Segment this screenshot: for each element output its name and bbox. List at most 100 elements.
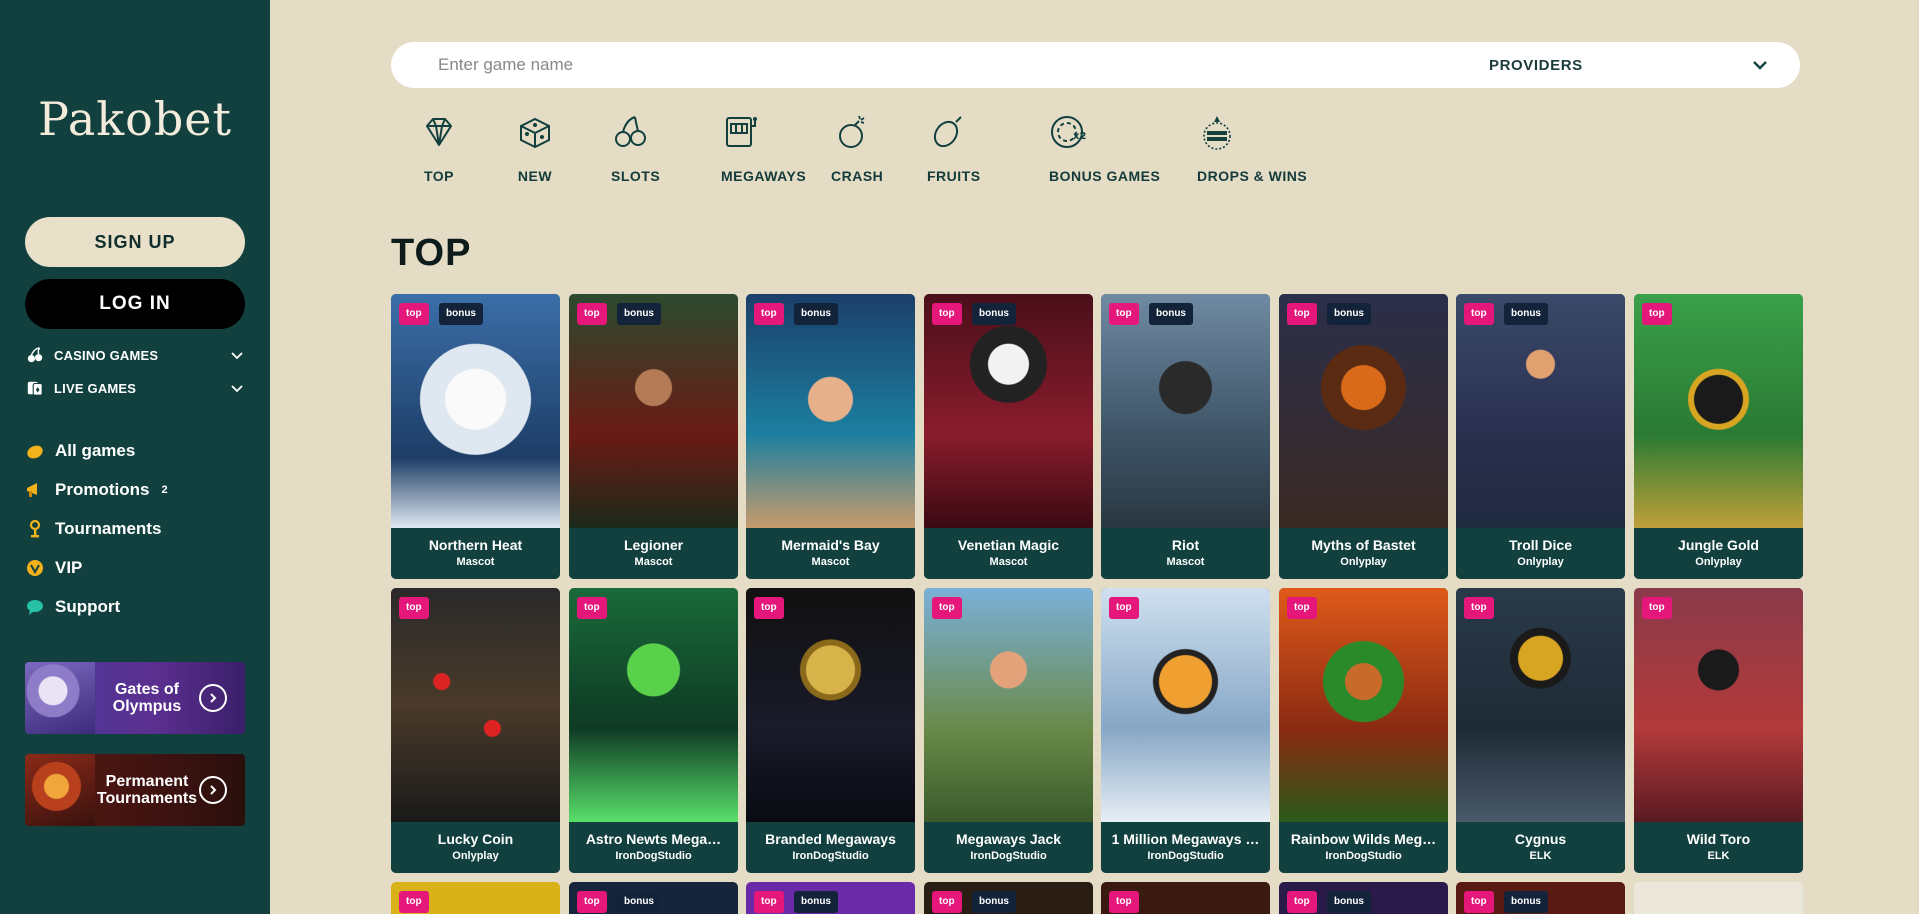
- sidebar-category-casino-games[interactable]: CASINO GAMES: [25, 343, 245, 367]
- category-label: SLOTS: [611, 168, 661, 184]
- game-thumbnail[interactable]: [1456, 588, 1625, 822]
- top-tag: top: [577, 597, 607, 619]
- game-thumbnail[interactable]: [391, 294, 560, 528]
- category-new[interactable]: NEW: [515, 112, 555, 192]
- chevron-down-icon[interactable]: [229, 347, 245, 363]
- game-tile[interactable]: top: [1101, 882, 1270, 914]
- svg-text:x2: x2: [1073, 131, 1086, 142]
- game-name: Riot: [1171, 537, 1200, 553]
- sidebar-item-label: VIP: [55, 558, 83, 577]
- sidebar-item-label: Support: [55, 597, 121, 616]
- game-tile[interactable]: top bonus: [1279, 882, 1448, 914]
- game-thumbnail[interactable]: [924, 294, 1093, 528]
- game-name: Jungle Gold: [1678, 537, 1759, 553]
- top-tag: top: [1642, 597, 1672, 619]
- game-thumbnail[interactable]: [391, 588, 560, 822]
- game-name: Mermaid's Bay: [781, 537, 880, 553]
- game-tile[interactable]: top Wild Toro ELK: [1634, 588, 1803, 873]
- game-tile[interactable]: top bonus: [1456, 882, 1625, 914]
- game-thumbnail[interactable]: [1456, 294, 1625, 528]
- game-tile[interactable]: top bonus: [569, 882, 738, 914]
- sidebar-category-label: LIVE GAMES: [54, 380, 137, 396]
- log-in-button[interactable]: LOG IN: [25, 279, 245, 329]
- bonus-tag: bonus: [1327, 303, 1371, 325]
- sidebar-item-support[interactable]: Support: [25, 594, 245, 620]
- providers-dropdown[interactable]: PROVIDERS: [1489, 42, 1583, 88]
- game-name: Cygnus: [1514, 831, 1567, 847]
- category-top[interactable]: TOP: [419, 112, 459, 192]
- cherry-icon: [615, 116, 646, 147]
- game-thumbnail[interactable]: [746, 294, 915, 528]
- game-tile[interactable]: top: [391, 882, 560, 914]
- trophy-icon: [25, 519, 45, 539]
- game-thumbnail[interactable]: [1101, 294, 1270, 528]
- game-tile[interactable]: top bonus Mermaid's Bay Mascot: [746, 294, 915, 579]
- sidebar-item-tournaments[interactable]: Tournaments: [25, 516, 245, 542]
- game-thumbnail[interactable]: [569, 294, 738, 528]
- game-provider: Mascot: [989, 556, 1028, 568]
- game-tile[interactable]: top Lucky Coin Onlyplay: [391, 588, 560, 873]
- promo-artwork: [25, 754, 95, 826]
- sidebar-item-label: Promotions: [55, 480, 150, 499]
- game-provider: IronDogStudio: [615, 850, 692, 862]
- sign-up-button[interactable]: SIGN UP: [25, 217, 245, 267]
- game-tile[interactable]: top Jungle Gold Onlyplay: [1634, 294, 1803, 579]
- game-tile[interactable]: top bonus Northern Heat Mascot: [391, 294, 560, 579]
- lemon-icon: [25, 441, 45, 461]
- arrow-right-icon[interactable]: [199, 684, 227, 712]
- bonus-tag: bonus: [1327, 891, 1371, 913]
- category-fruits[interactable]: FRUITS: [927, 112, 980, 192]
- category-megaways[interactable]: MEGAWAYS: [721, 112, 806, 192]
- sidebar-item-promotions[interactable]: Promotions 2: [25, 477, 245, 503]
- game-info: Astro Newts Mega… IronDogStudio: [569, 822, 738, 873]
- game-tile[interactable]: top bonus Myths of Bastet Onlyplay: [1279, 294, 1448, 579]
- bonus-tag: bonus: [794, 303, 838, 325]
- arrow-right-icon[interactable]: [199, 776, 227, 804]
- category-drops-wins[interactable]: DROPS & WINS: [1197, 112, 1307, 192]
- sidebar-category-live-games[interactable]: LIVE GAMES: [25, 376, 245, 400]
- game-tile[interactable]: top Cygnus ELK: [1456, 588, 1625, 873]
- chevron-down-icon[interactable]: [1750, 55, 1770, 75]
- game-info: Wild Toro ELK: [1634, 822, 1803, 873]
- game-search-input[interactable]: [438, 55, 1338, 75]
- game-info: Branded Megaways IronDogStudio: [746, 822, 915, 873]
- category-crash[interactable]: CRASH: [831, 112, 883, 192]
- game-thumbnail[interactable]: [924, 588, 1093, 822]
- sidebar-category-label: CASINO GAMES: [54, 347, 159, 363]
- game-tile[interactable]: top Rainbow Wilds Meg… IronDogStudio: [1279, 588, 1448, 873]
- game-tile[interactable]: top Astro Newts Mega… IronDogStudio: [569, 588, 738, 873]
- category-slots[interactable]: SLOTS: [611, 112, 661, 192]
- game-tile[interactable]: top Branded Megaways IronDogStudio: [746, 588, 915, 873]
- game-thumbnail[interactable]: [1101, 588, 1270, 822]
- game-tile[interactable]: top Megaways Jack IronDogStudio: [924, 588, 1093, 873]
- sidebar-item-vip[interactable]: VIP: [25, 555, 245, 581]
- game-tile[interactable]: top bonus: [924, 882, 1093, 914]
- game-tile[interactable]: top bonus: [746, 882, 915, 914]
- game-thumbnail[interactable]: [1279, 294, 1448, 528]
- game-thumbnail[interactable]: [1279, 588, 1448, 822]
- promo-artwork: [25, 662, 95, 734]
- game-thumbnail[interactable]: [1634, 588, 1803, 822]
- promo-banner-gates-of-olympus[interactable]: Gates of Olympus: [25, 662, 245, 734]
- game-tile[interactable]: top bonus Venetian Magic Mascot: [924, 294, 1093, 579]
- top-tag: top: [1287, 303, 1317, 325]
- game-tile[interactable]: top bonus Troll Dice Onlyplay: [1456, 294, 1625, 579]
- game-thumbnail[interactable]: [1634, 294, 1803, 528]
- game-tile[interactable]: [1634, 882, 1803, 914]
- game-thumbnail[interactable]: [569, 588, 738, 822]
- game-tile[interactable]: top 1 Million Megaways … IronDogStudio: [1101, 588, 1270, 873]
- brand-logo[interactable]: Pakobet: [0, 92, 270, 146]
- game-thumbnail[interactable]: [746, 588, 915, 822]
- category-bonus-games[interactable]: x2 BONUS GAMES: [1049, 112, 1160, 192]
- game-tile[interactable]: top bonus Riot Mascot: [1101, 294, 1270, 579]
- chevron-down-icon[interactable]: [229, 380, 245, 396]
- top-tag: top: [1642, 303, 1672, 325]
- game-name: 1 Million Megaways …: [1111, 831, 1260, 847]
- top-tag: top: [399, 303, 429, 325]
- promo-banner-permanent-tournaments[interactable]: Permanent Tournaments: [25, 754, 245, 826]
- game-info: Lucky Coin Onlyplay: [391, 822, 560, 873]
- game-name: Legioner: [623, 537, 684, 553]
- game-tile[interactable]: top bonus Legioner Mascot: [569, 294, 738, 579]
- sidebar-item-all-games[interactable]: All games: [25, 438, 245, 464]
- game-name: Astro Newts Mega…: [585, 831, 722, 847]
